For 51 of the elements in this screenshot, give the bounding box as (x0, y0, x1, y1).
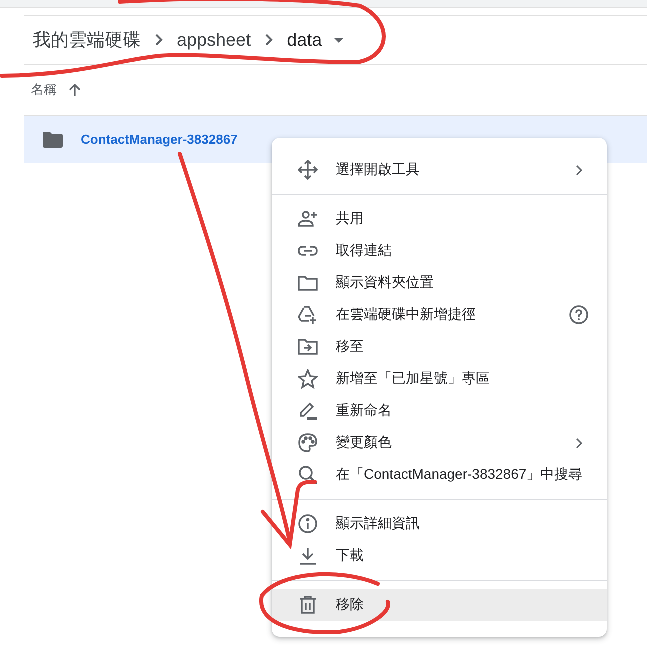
arrows-icon (298, 160, 318, 180)
info-icon (298, 514, 318, 534)
breadcrumb-item[interactable]: 我的雲端硬碟 (33, 28, 141, 52)
file-name: ContactManager-3832867 (81, 132, 238, 147)
menu-label: 共用 (336, 210, 364, 228)
add-person-icon (298, 209, 318, 229)
menu-label: 重新命名 (336, 402, 392, 420)
folder-icon (43, 132, 63, 148)
chevron-icon (155, 34, 163, 46)
menu-item[interactable]: 移至 (272, 331, 607, 363)
move-to-folder-icon (298, 337, 318, 357)
menu-item[interactable]: 共用 (272, 203, 607, 235)
menu-label: 顯示詳細資訊 (336, 515, 420, 533)
menu-label: 在雲端硬碟中新增捷徑 (336, 306, 476, 324)
caret-icon (334, 38, 344, 42)
breadcrumb-item[interactable]: data (287, 30, 344, 50)
menu-item[interactable]: 取得連結 (272, 235, 607, 267)
sort-arrow-icon[interactable] (69, 84, 81, 96)
chevron-icon (576, 438, 583, 448)
folder-icon (298, 273, 318, 293)
menu-label: 移除 (336, 596, 364, 614)
menu-item[interactable]: 下載 (272, 540, 607, 572)
pencil-icon (298, 401, 318, 421)
chevron-icon (265, 34, 274, 46)
menu-item[interactable]: 在雲端硬碟中新增捷徑 (272, 299, 607, 331)
menu-label: 選擇開啟工具 (336, 161, 420, 179)
menu-item[interactable]: 顯示詳細資訊 (272, 508, 607, 540)
star-icon (298, 369, 318, 389)
column-header[interactable]: 名稱 (31, 81, 57, 99)
menu-item[interactable]: 在「ContactManager-3832867」中搜尋 (272, 459, 607, 491)
download-icon (298, 546, 318, 566)
palette-icon (298, 433, 318, 453)
breadcrumb-item[interactable]: appsheet (177, 30, 252, 50)
menu-label: 移至 (336, 338, 364, 356)
menu-item[interactable]: 新增至「已加星號」專區 (272, 363, 607, 395)
menu-label: 變更顏色 (336, 434, 392, 452)
menu-label: 新增至「已加星號」專區 (336, 370, 490, 388)
help-icon[interactable] (569, 305, 589, 325)
menu-item[interactable]: 選擇開啟工具 (272, 154, 607, 186)
trash-icon (298, 595, 318, 615)
menu-label: 在「ContactManager-3832867」中搜尋 (336, 466, 583, 484)
menu-label: 取得連結 (336, 242, 392, 260)
menu-label: 顯示資料夾位置 (336, 274, 434, 292)
menu-item[interactable]: 移除 (272, 589, 607, 621)
drive-add-icon (298, 305, 318, 325)
search-icon (298, 465, 318, 485)
menu-label: 下載 (336, 547, 364, 565)
menu-item[interactable]: 顯示資料夾位置 (272, 267, 607, 299)
menu-item[interactable]: 變更顏色 (272, 427, 607, 459)
menu-item[interactable]: 重新命名 (272, 395, 607, 427)
chevron-icon (576, 164, 583, 176)
